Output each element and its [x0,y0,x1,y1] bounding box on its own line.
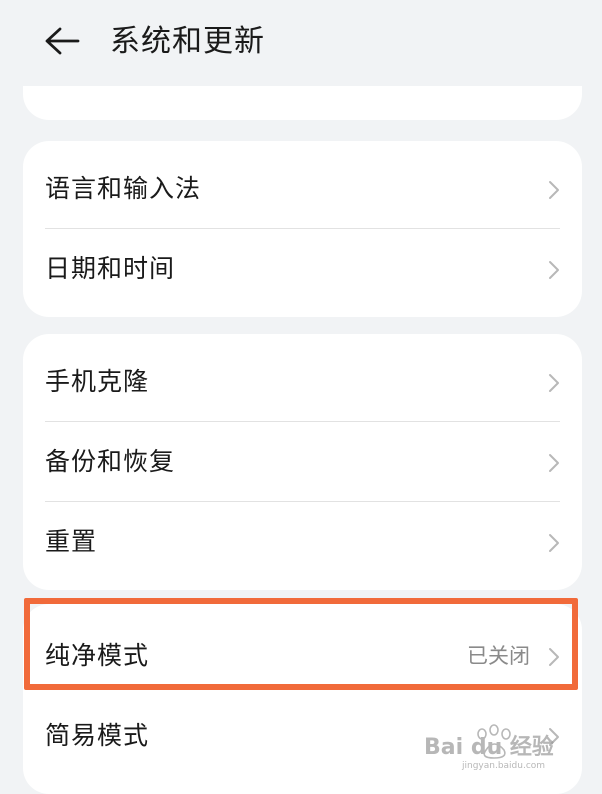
row-pure-mode[interactable]: 纯净模式 已关闭 [23,616,582,696]
watermark-text: Bai du 经验 [424,734,554,760]
row-label: 语言和输入法 [45,174,202,203]
row-label: 日期和时间 [45,254,176,283]
row-label: 纯净模式 [45,641,150,670]
row-label: 重置 [45,527,98,556]
chevron-right-icon [549,374,559,392]
row-date-time[interactable]: 日期和时间 [23,229,582,309]
chevron-right-icon [549,534,559,552]
row-language-input[interactable]: 语言和输入法 [23,149,582,229]
page-title: 系统和更新 [110,24,265,59]
chevron-right-icon [549,454,559,472]
row-reset[interactable]: 重置 [23,502,582,582]
chevron-right-icon [549,181,559,199]
row-phone-clone[interactable]: 手机克隆 [23,342,582,422]
settings-card-backup: 手机克隆 备份和恢复 重置 [23,334,582,590]
row-label: 简易模式 [45,721,150,750]
chevron-right-icon [549,261,559,279]
row-label: 备份和恢复 [45,447,176,476]
row-label: 手机克隆 [45,367,150,396]
app-header: 系统和更新 [0,0,602,86]
row-backup-restore[interactable]: 备份和恢复 [23,422,582,502]
chevron-right-icon [549,648,559,666]
status-value: 已关闭 [467,644,530,668]
baidu-jingyan-watermark: Bai du 经验 jingyan.baidu.com [424,724,554,770]
back-arrow-icon[interactable] [44,26,80,56]
settings-card-language-date: 语言和输入法 日期和时间 [23,141,582,317]
watermark-subtext: jingyan.baidu.com [461,761,545,770]
